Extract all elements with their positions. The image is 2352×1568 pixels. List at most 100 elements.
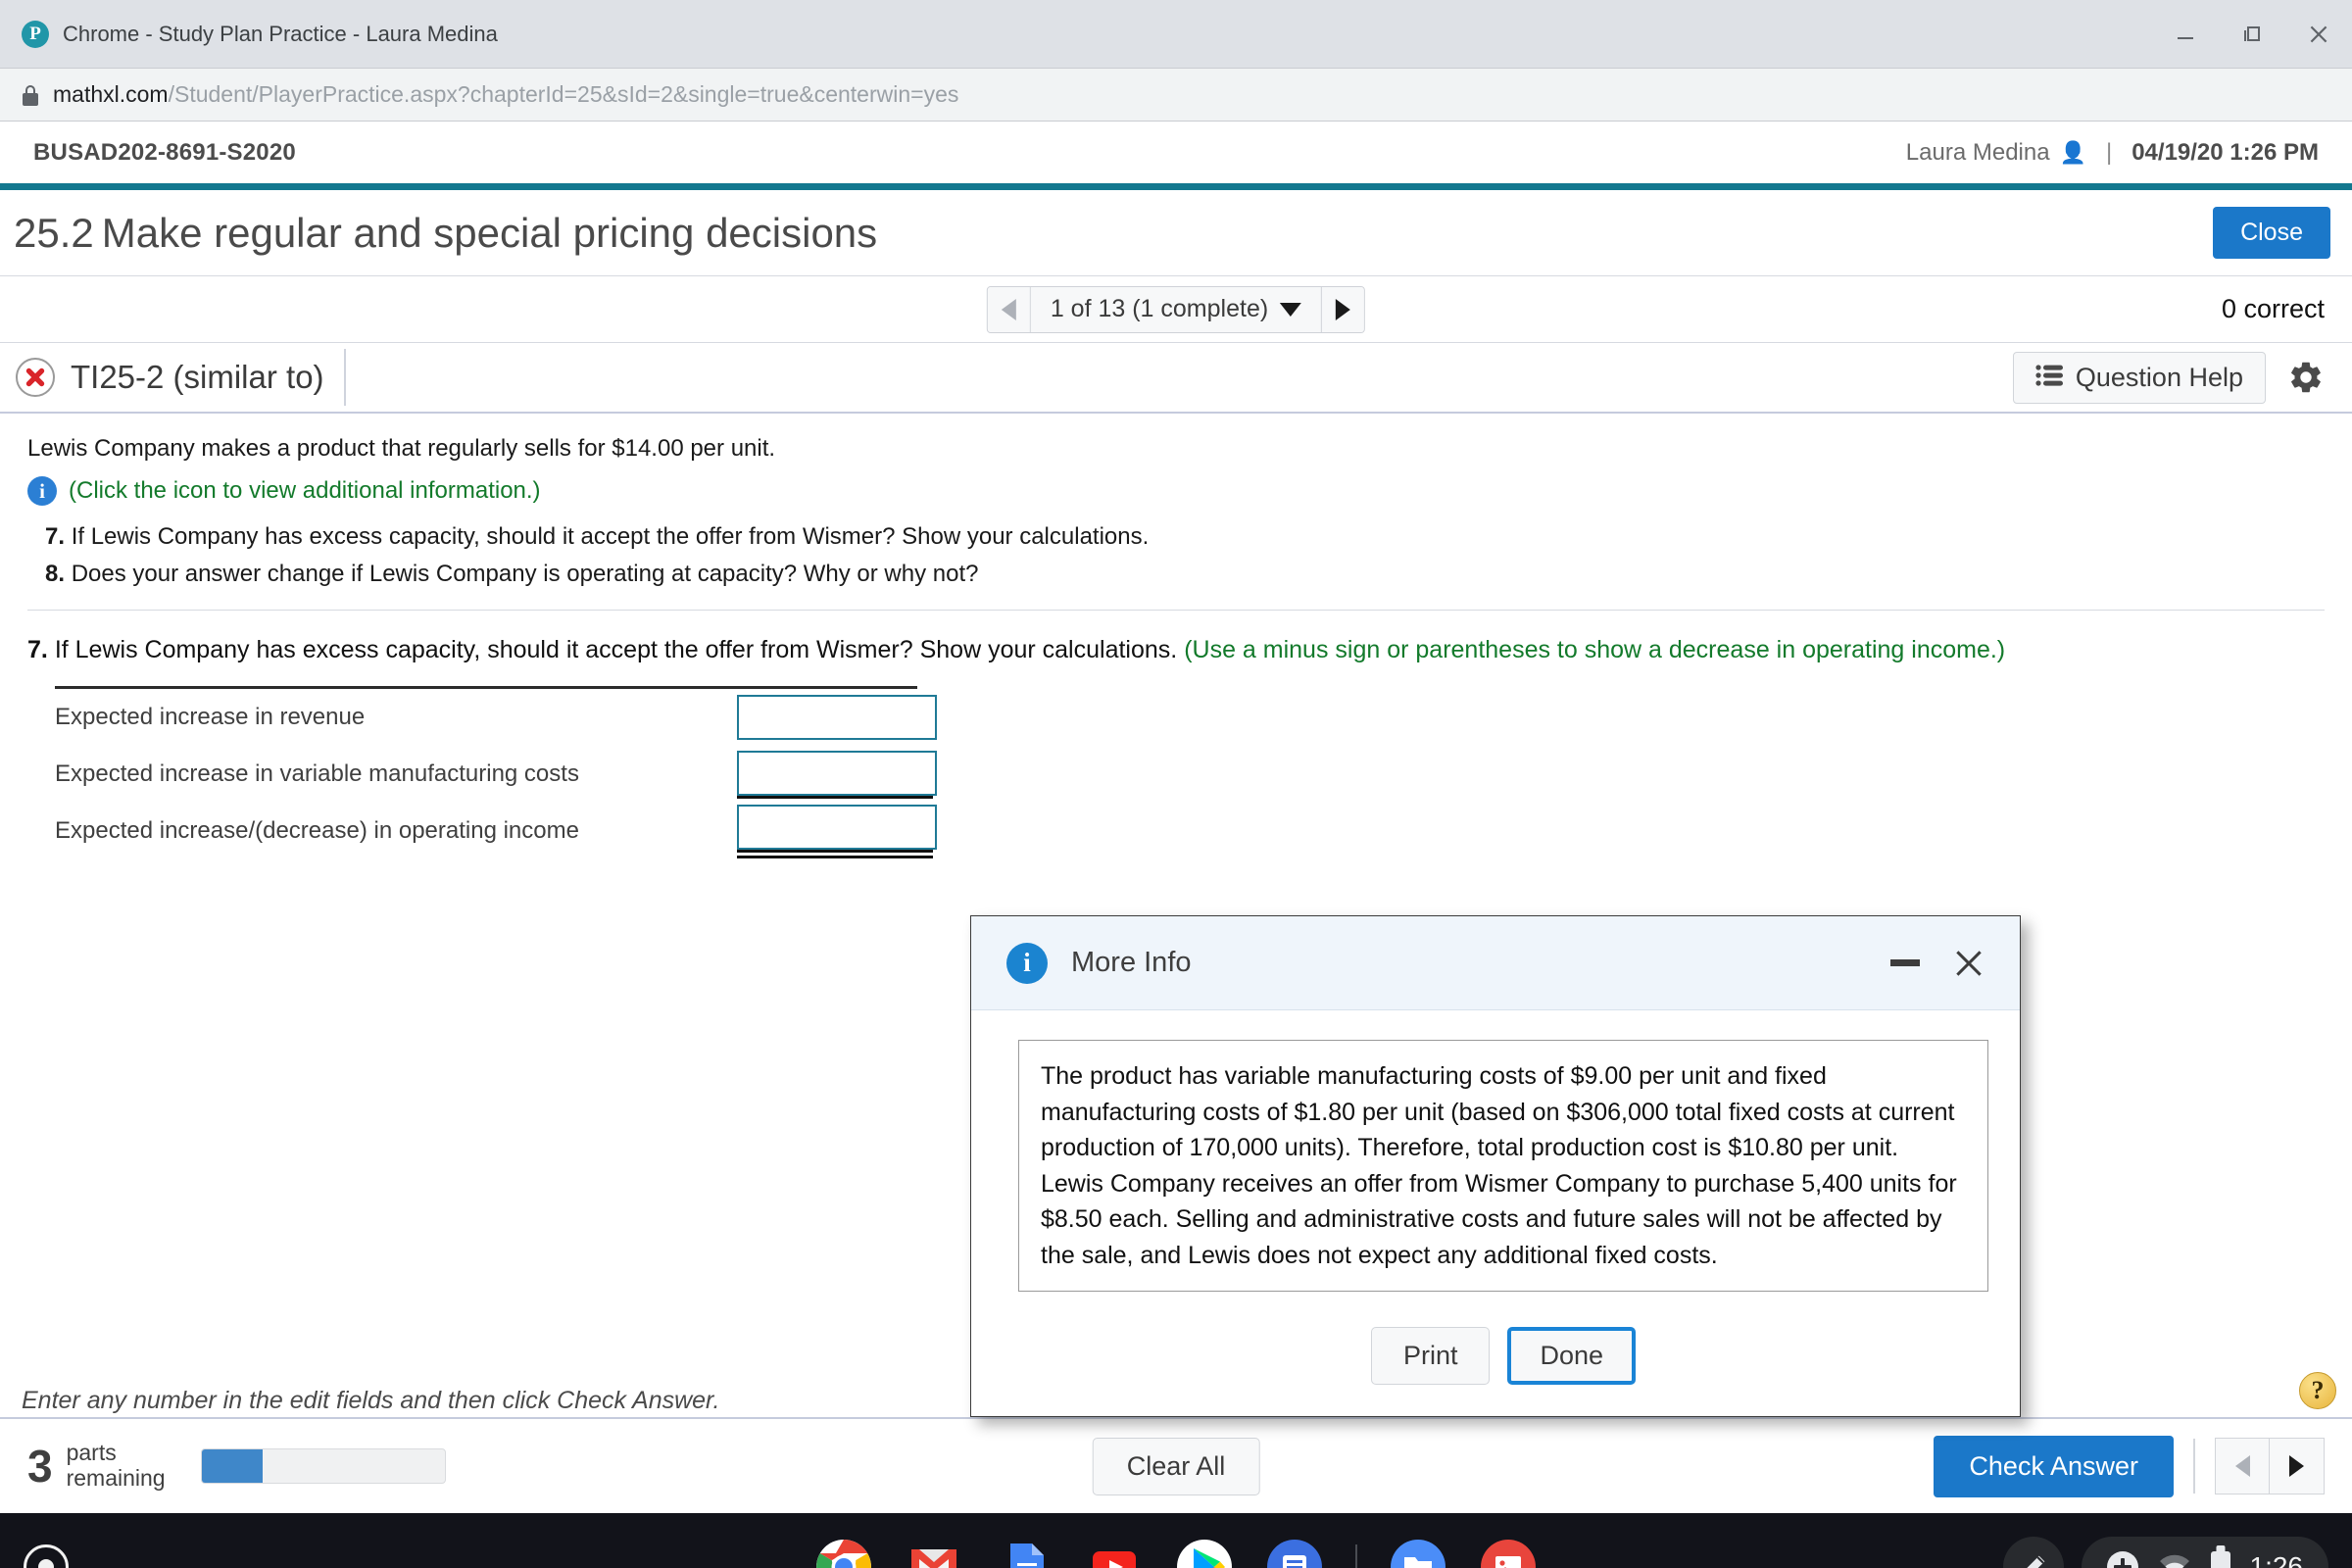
dialog-title: More Info: [1071, 947, 1192, 978]
done-button[interactable]: Done: [1507, 1327, 1637, 1385]
question-body: Lewis Company makes a product that regul…: [0, 414, 2352, 859]
question-navigator: 1 of 13 (1 complete): [986, 285, 1366, 333]
status-tray[interactable]: 1:26: [2081, 1537, 2328, 1568]
gallery-icon[interactable]: [1479, 1538, 1538, 1568]
question-counter-text: 1 of 13 (1 complete): [1050, 295, 1269, 322]
clear-all-button[interactable]: Clear All: [1092, 1437, 1260, 1495]
page-title: 25.2 Make regular and special pricing dec…: [14, 210, 877, 257]
gear-icon[interactable]: [2287, 359, 2325, 396]
shelf-clock: 1:26: [2249, 1551, 2304, 1568]
launcher-circle-icon[interactable]: [24, 1544, 69, 1568]
answer-row-label: Expected increase in variable manufactur…: [55, 760, 579, 787]
triangle-left-icon[interactable]: [2215, 1438, 2270, 1494]
info-icon[interactable]: i: [27, 476, 57, 506]
user-name: Laura Medina: [1905, 138, 2050, 166]
youtube-icon[interactable]: [1085, 1538, 1144, 1568]
expected-increase-variable-costs-input[interactable]: [737, 750, 937, 796]
url-host: mathxl.com: [53, 81, 169, 107]
question-intro: Lewis Company makes a product that regul…: [27, 435, 776, 462]
restore-icon[interactable]: [2219, 0, 2285, 69]
answer-table: Expected increase in revenue Expected in…: [55, 686, 937, 859]
dialog-body: The product has variable manufacturing c…: [971, 1010, 2020, 1385]
answer-row-label: Expected increase/(decrease) in operatin…: [55, 817, 579, 844]
instruction-text: Enter any number in the edit fields and …: [22, 1387, 720, 1414]
triangle-left-icon[interactable]: [987, 286, 1031, 332]
info-icon: i: [1006, 942, 1048, 984]
minimize-icon[interactable]: [2152, 0, 2219, 69]
more-info-dialog: i More Info The product has variable man…: [970, 915, 2021, 1417]
question-header-bar: TI25-2 (similar to) Question Help: [0, 343, 2352, 414]
subquestion-8-number: 8.: [45, 561, 66, 587]
more-info-link-row[interactable]: i (Click the icon to view additional inf…: [27, 476, 2325, 506]
question-counter[interactable]: 1 of 13 (1 complete): [1030, 286, 1322, 332]
footer-wrap: 3 parts remaining Clear All Check Answer: [0, 1417, 2352, 1513]
objective-number: 25.2: [14, 209, 94, 256]
triangle-down-icon[interactable]: [1280, 302, 1302, 317]
table-row: Expected increase in variable manufactur…: [55, 746, 937, 803]
chrome-icon[interactable]: [814, 1538, 873, 1568]
teal-divider: [0, 183, 2352, 190]
window-controls: [2152, 0, 2352, 69]
list-icon: [2035, 364, 2063, 392]
more-info-link-text[interactable]: (Click the icon to view additional infor…: [69, 477, 541, 505]
triangle-right-icon[interactable]: [2270, 1438, 2325, 1494]
subquestion-7-text: If Lewis Company has excess capacity, sh…: [71, 523, 1150, 550]
table-row: Expected increase/(decrease) in operatin…: [55, 803, 937, 859]
answer-row-label: Expected increase in revenue: [55, 704, 366, 730]
google-docs-icon[interactable]: [995, 1538, 1054, 1568]
parts-remaining-group: 3 parts remaining: [27, 1440, 446, 1492]
question-help-button[interactable]: Question Help: [2012, 351, 2266, 404]
parts-count: 3: [27, 1441, 53, 1492]
plus-circle-icon[interactable]: [2106, 1551, 2138, 1568]
subquestion-8: 8. Does your answer change if Lewis Comp…: [45, 561, 2325, 588]
triangle-right-icon[interactable]: [1321, 286, 1365, 332]
parts-label: parts remaining: [66, 1440, 166, 1492]
parts-label-line1: parts: [66, 1440, 117, 1466]
wifi-icon[interactable]: [2158, 1552, 2191, 1568]
active-part-text: If Lewis Company has excess capacity, sh…: [54, 636, 1178, 663]
question-mark-icon[interactable]: ?: [2299, 1372, 2336, 1409]
subtotal-rule: [737, 795, 933, 799]
minimize-icon[interactable]: [1890, 959, 1920, 966]
subquestion-8-text: Does your answer change if Lewis Company…: [71, 561, 979, 587]
red-x-circle-icon: [16, 358, 55, 397]
close-icon[interactable]: [2285, 0, 2352, 69]
shelf-app-list: [814, 1538, 1538, 1568]
close-button[interactable]: Close: [2213, 207, 2330, 259]
question-bar-divider: [343, 349, 346, 406]
answer-cell: [737, 804, 937, 858]
subquestion-7: 7. If Lewis Company has excess capacity,…: [45, 523, 2325, 551]
person-icon[interactable]: 👤: [2060, 140, 2086, 166]
browser-title-bar: P Chrome - Study Plan Practice - Laura M…: [0, 0, 2352, 69]
expected-increase-revenue-input[interactable]: [737, 695, 937, 740]
active-part-number: 7.: [27, 636, 48, 663]
active-part-prompt: 7. If Lewis Company has excess capacity,…: [27, 636, 2325, 664]
play-store-icon[interactable]: [1175, 1538, 1234, 1568]
close-icon[interactable]: [1949, 944, 1988, 983]
site-favicon: P: [22, 20, 49, 48]
files-icon[interactable]: [1389, 1538, 1447, 1568]
battery-icon[interactable]: [2210, 1551, 2230, 1568]
footer-nav: [2215, 1438, 2325, 1494]
total-rule-bottom: [737, 855, 933, 858]
print-button[interactable]: Print: [1370, 1327, 1491, 1385]
dialog-title-bar: i More Info: [971, 916, 2020, 1010]
answer-cell: [737, 695, 937, 740]
stylus-icon[interactable]: [2002, 1537, 2064, 1568]
google-keep-icon[interactable]: [1265, 1538, 1324, 1568]
gmail-icon[interactable]: [905, 1538, 963, 1568]
check-answer-button[interactable]: Check Answer: [1934, 1435, 2174, 1497]
progress-bar: [200, 1448, 446, 1484]
browser-url-bar[interactable]: mathxl.com/Student/PlayerPractice.aspx?c…: [0, 69, 2352, 122]
question-help-label: Question Help: [2075, 362, 2243, 392]
course-code: BUSAD202-8691-S2020: [33, 138, 296, 166]
footer-separator: [2193, 1439, 2195, 1494]
objective-title-row: 25.2 Make regular and special pricing dec…: [0, 190, 2352, 276]
shelf-separator: [1355, 1544, 1357, 1568]
section-divider: [27, 610, 2325, 611]
mathxl-header: BUSAD202-8691-S2020 Laura Medina 👤 | 04/…: [0, 122, 2352, 183]
progress-bar-fill: [201, 1449, 263, 1483]
expected-increase-operating-income-input[interactable]: [737, 804, 937, 850]
question-nav-row: 1 of 13 (1 complete) 0 correct: [0, 276, 2352, 343]
objective-title-text: Make regular and special pricing decisio…: [101, 209, 878, 256]
